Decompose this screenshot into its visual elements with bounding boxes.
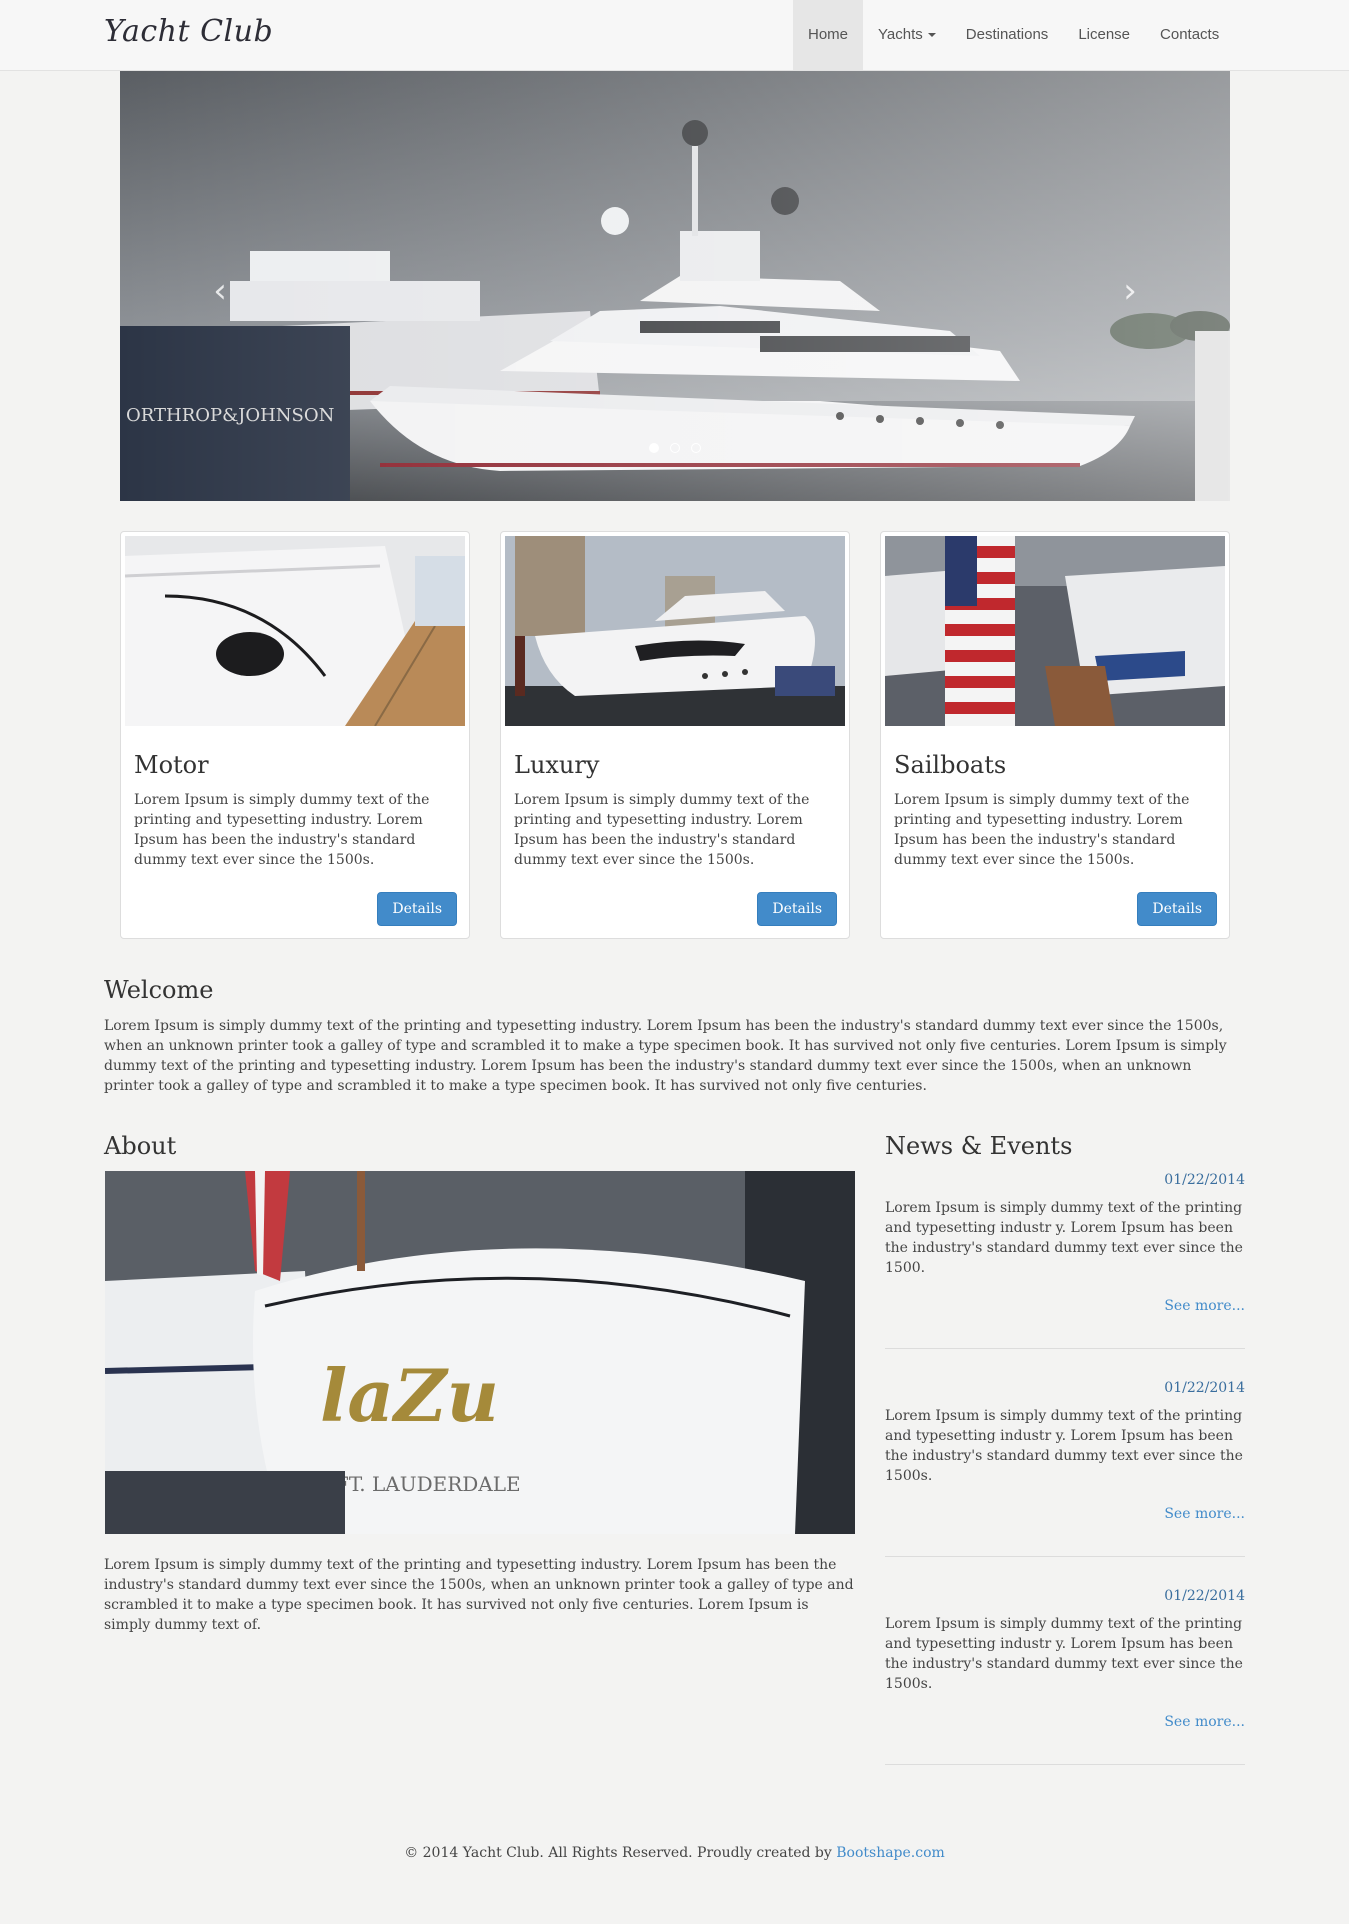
divider xyxy=(885,1764,1245,1765)
nav-destinations[interactable]: Destinations xyxy=(951,0,1064,70)
card-text: Lorem Ipsum is simply dummy text of the … xyxy=(134,792,430,868)
nav-destinations-label: Destinations xyxy=(965,26,1049,43)
nav-license[interactable]: License xyxy=(1063,0,1145,70)
carousel-next-button[interactable]: › xyxy=(1110,271,1150,311)
card-title: Motor xyxy=(134,751,209,779)
luxury-yacht-image xyxy=(505,536,845,726)
navbar: Yacht Club Home Yachts Destinations Lice… xyxy=(0,0,1349,71)
nav-contacts[interactable]: Contacts xyxy=(1145,0,1234,70)
see-more-link[interactable]: See more... xyxy=(885,1714,1245,1730)
boat-name-text: laZu xyxy=(320,1353,499,1438)
sailboat-image xyxy=(885,536,1225,726)
divider xyxy=(885,1348,1245,1349)
divider xyxy=(885,1556,1245,1557)
carousel-slide-image: ORTHROP&JOHNSON xyxy=(120,71,1230,501)
category-card-motor: Motor Lorem Ipsum is simply dummy text o… xyxy=(120,531,470,939)
news-text: Lorem Ipsum is simply dummy text of the … xyxy=(885,1408,1243,1484)
news-item: 01/22/2014 Lorem Ipsum is simply dummy t… xyxy=(885,1172,1245,1314)
nav-home[interactable]: Home xyxy=(793,0,864,70)
card-text: Lorem Ipsum is simply dummy text of the … xyxy=(514,792,810,868)
card-title: Sailboats xyxy=(894,751,1007,779)
category-card-luxury: Luxury Lorem Ipsum is simply dummy text … xyxy=(500,531,850,939)
details-button[interactable]: Details xyxy=(757,892,837,926)
nav-contacts-label: Contacts xyxy=(1160,26,1220,43)
news-date: 01/22/2014 xyxy=(1164,1588,1245,1604)
category-card-sailboats: Sailboats Lorem Ipsum is simply dummy te… xyxy=(880,531,1230,939)
footer-copyright: © 2014 Yacht Club. All Rights Reserved. … xyxy=(404,1845,837,1861)
news-text: Lorem Ipsum is simply dummy text of the … xyxy=(885,1616,1243,1692)
details-button[interactable]: Details xyxy=(1137,892,1217,926)
chevron-left-icon: ‹ xyxy=(213,271,227,311)
see-more-link[interactable]: See more... xyxy=(885,1298,1245,1314)
details-button[interactable]: Details xyxy=(377,892,457,926)
news-item: 01/22/2014 Lorem Ipsum is simply dummy t… xyxy=(885,1380,1245,1522)
card-text: Lorem Ipsum is simply dummy text of the … xyxy=(894,792,1190,868)
boat-port-text: FT. LAUDERDALE xyxy=(335,1472,521,1496)
news-item: 01/22/2014 Lorem Ipsum is simply dummy t… xyxy=(885,1588,1245,1730)
about-heading: About xyxy=(104,1132,177,1160)
carousel-prev-button[interactable]: ‹ xyxy=(200,271,240,311)
nav-license-label: License xyxy=(1078,26,1131,43)
news-heading: News & Events xyxy=(885,1132,1073,1160)
nav-yachts-label: Yachts xyxy=(878,26,923,43)
hero-carousel: ORTHROP&JOHNSON ‹ › xyxy=(120,71,1230,501)
news-date: 01/22/2014 xyxy=(1164,1172,1245,1188)
card-title: Luxury xyxy=(514,751,600,779)
chevron-right-icon: › xyxy=(1123,271,1137,311)
nav-home-label: Home xyxy=(808,26,849,43)
carousel-indicator[interactable] xyxy=(670,443,680,453)
caret-down-icon xyxy=(927,33,936,38)
carousel-indicators xyxy=(120,438,1230,457)
news-text: Lorem Ipsum is simply dummy text of the … xyxy=(885,1200,1243,1276)
footer: © 2014 Yacht Club. All Rights Reserved. … xyxy=(0,1845,1349,1861)
carousel-indicator[interactable] xyxy=(691,443,702,453)
about-image: laZu FT. LAUDERDALE xyxy=(105,1171,855,1534)
brand-logo[interactable]: Yacht Club xyxy=(104,14,273,49)
see-more-link[interactable]: See more... xyxy=(885,1506,1245,1522)
news-date: 01/22/2014 xyxy=(1164,1380,1245,1396)
carousel-indicator[interactable] xyxy=(648,443,659,453)
about-text: Lorem Ipsum is simply dummy text of the … xyxy=(104,1557,854,1633)
footer-link-bootshape[interactable]: Bootshape.com xyxy=(836,1845,945,1861)
welcome-text: Lorem Ipsum is simply dummy text of the … xyxy=(104,1018,1227,1094)
motor-yacht-image xyxy=(125,536,465,726)
main-nav: Home Yachts Destinations License Contact… xyxy=(793,0,1349,70)
nav-yachts-dropdown[interactable]: Yachts xyxy=(863,0,951,70)
welcome-heading: Welcome xyxy=(104,976,214,1004)
